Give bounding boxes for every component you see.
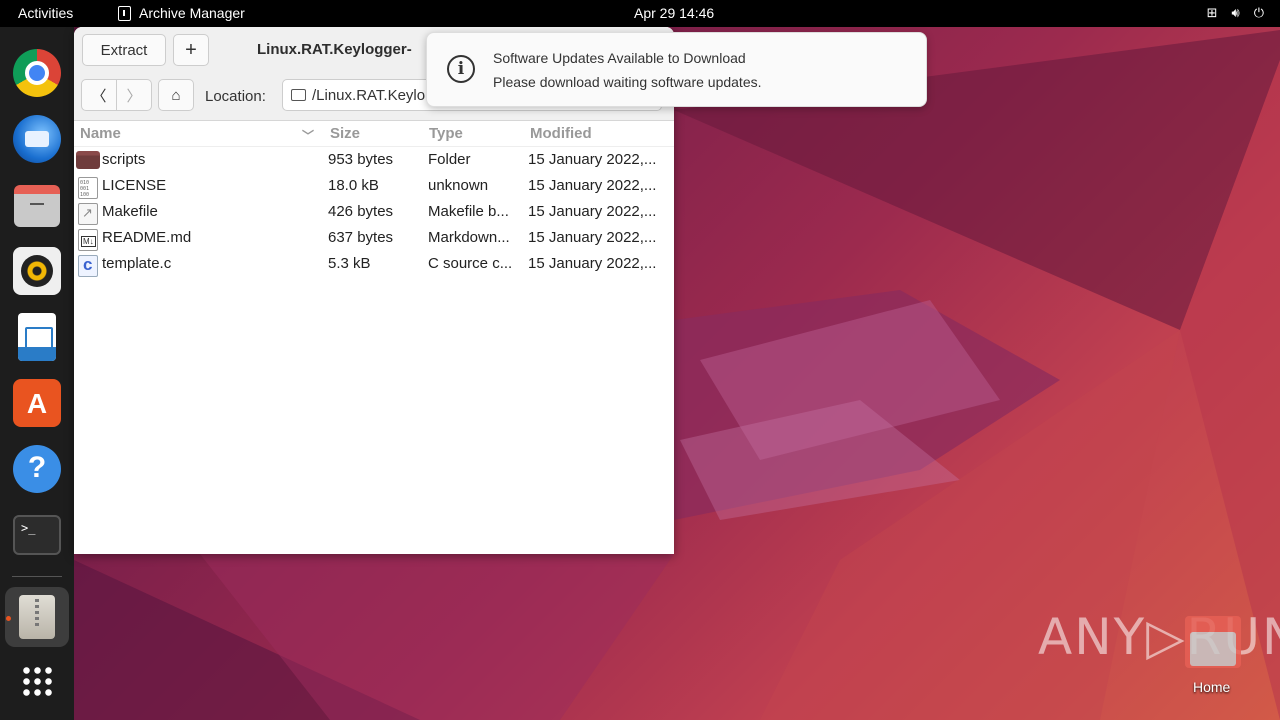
- file-row[interactable]: 010 001 100 LICENSE 18.0 kB unknown 15 Jan…: [74, 173, 674, 199]
- c-source-file-icon: [78, 255, 98, 277]
- chevron-left-icon: 〈: [91, 87, 107, 105]
- forward-button[interactable]: 〉: [116, 79, 152, 111]
- activities-button[interactable]: Activities: [18, 5, 73, 21]
- dock: [0, 27, 74, 720]
- file-modified: 15 January 2022,...: [528, 177, 657, 194]
- column-headers: Name ﹀ Size Type Modified: [74, 121, 674, 147]
- home-folder-icon[interactable]: [1185, 616, 1241, 668]
- file-modified: 15 January 2022,...: [528, 151, 657, 168]
- file-name: README.md: [102, 229, 192, 246]
- running-indicator: [6, 616, 11, 621]
- column-type[interactable]: Type: [429, 125, 463, 142]
- notification-title: Software Updates Available to Download: [493, 50, 746, 66]
- file-type: unknown: [428, 177, 489, 194]
- archive-manager-icon: [118, 5, 131, 21]
- file-name: Makefile: [102, 203, 158, 220]
- file-name: template.c: [102, 255, 172, 272]
- thunderbird-icon[interactable]: [13, 115, 61, 163]
- file-size: 953 bytes: [328, 151, 394, 168]
- binary-file-icon: 010 001 100: [78, 177, 98, 199]
- markdown-file-icon: [78, 229, 98, 251]
- home-icon: ⌂: [171, 86, 181, 104]
- show-applications-icon[interactable]: [21, 665, 53, 697]
- anyrun-watermark: ANY▷RUN: [1038, 608, 1280, 666]
- file-row[interactable]: README.md 637 bytes Markdown... 15 Janua…: [74, 225, 674, 251]
- app-menu-label: Archive Manager: [139, 5, 245, 21]
- network-icon: ⊞: [1206, 5, 1218, 20]
- terminal-icon[interactable]: [13, 515, 61, 555]
- file-type: C source c...: [428, 255, 513, 272]
- file-size: 426 bytes: [328, 203, 394, 220]
- sort-chevron-down-icon[interactable]: ﹀: [302, 127, 314, 144]
- rhythmbox-icon[interactable]: [13, 247, 61, 295]
- column-name[interactable]: Name: [80, 125, 121, 142]
- notification-body: Please download waiting software updates…: [493, 74, 762, 90]
- system-tray[interactable]: ⊞ 🔊︎ ⏻: [1207, 6, 1264, 20]
- file-row[interactable]: template.c 5.3 kB C source c... 15 Janua…: [74, 251, 674, 277]
- file-list: scripts 953 bytes Folder 15 January 2022…: [74, 147, 674, 277]
- file-name: LICENSE: [102, 177, 167, 194]
- file-type: Makefile b...: [428, 203, 509, 220]
- info-icon: i: [447, 55, 475, 83]
- file-row[interactable]: scripts 953 bytes Folder 15 January 2022…: [74, 147, 674, 173]
- archive-manager-dock-icon[interactable]: [19, 595, 55, 639]
- add-files-button[interactable]: +: [173, 34, 209, 66]
- file-size: 5.3 kB: [328, 255, 371, 272]
- home-button[interactable]: ⌂: [158, 79, 194, 111]
- folder-outline-icon: [291, 89, 306, 101]
- file-size: 18.0 kB: [328, 177, 379, 194]
- ubuntu-software-icon[interactable]: [13, 379, 61, 427]
- makefile-icon: [78, 203, 98, 225]
- top-bar: Activities Archive Manager Apr 29 14:46 …: [0, 0, 1280, 27]
- files-icon[interactable]: [14, 185, 60, 227]
- update-notification[interactable]: i Software Updates Available to Download…: [426, 32, 927, 107]
- location-label: Location:: [205, 88, 266, 105]
- help-icon[interactable]: [13, 445, 61, 493]
- extract-button[interactable]: Extract: [82, 34, 166, 66]
- clock[interactable]: Apr 29 14:46: [634, 5, 714, 21]
- file-name: scripts: [102, 151, 146, 168]
- folder-icon: [76, 151, 100, 169]
- column-modified[interactable]: Modified: [530, 125, 592, 142]
- file-size: 637 bytes: [328, 229, 394, 246]
- dock-separator: [12, 576, 62, 577]
- file-modified: 15 January 2022,...: [528, 255, 657, 272]
- file-modified: 15 January 2022,...: [528, 203, 657, 220]
- home-folder-label[interactable]: Home: [1193, 679, 1230, 695]
- file-modified: 15 January 2022,...: [528, 229, 657, 246]
- volume-icon: 🔊︎: [1231, 5, 1240, 20]
- chrome-icon[interactable]: [13, 49, 61, 97]
- file-type: Folder: [428, 151, 471, 168]
- location-value: /Linux.RAT.Keylo: [312, 86, 426, 104]
- chevron-right-icon: 〉: [126, 87, 142, 105]
- file-row[interactable]: Makefile 426 bytes Makefile b... 15 Janu…: [74, 199, 674, 225]
- column-size[interactable]: Size: [330, 125, 360, 142]
- libreoffice-writer-icon[interactable]: [18, 313, 56, 361]
- app-menu[interactable]: Archive Manager: [118, 5, 245, 21]
- window-title: Linux.RAT.Keylogger-: [257, 41, 412, 58]
- file-type: Markdown...: [428, 229, 510, 246]
- back-button[interactable]: 〈: [81, 79, 117, 111]
- power-icon: ⏻: [1253, 5, 1264, 20]
